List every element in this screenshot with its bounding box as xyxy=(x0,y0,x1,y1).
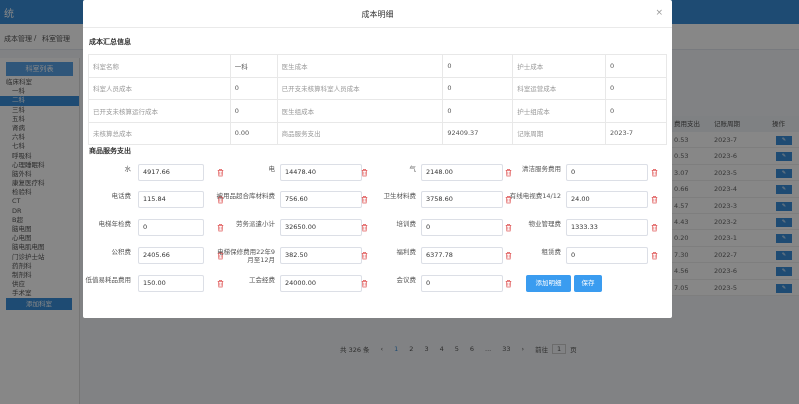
summary-value: 92409.37 xyxy=(442,121,514,145)
field-input[interactable]: 2148.00 xyxy=(421,164,503,181)
summary-row: 未核算总成本 0.00 商品服务支出 92409.37 记账周期 2023-7 xyxy=(88,121,667,145)
delete-icon[interactable] xyxy=(651,251,658,260)
field-label: 电梯年检费 xyxy=(98,220,132,228)
delete-icon[interactable] xyxy=(505,279,512,288)
field-label: 电 xyxy=(268,165,276,173)
field-input[interactable]: 1333.33 xyxy=(566,219,648,236)
summary-label: 护士成本 xyxy=(512,54,607,78)
summary-value: 一科 xyxy=(229,54,278,78)
add-detail-button[interactable]: 添加明细 xyxy=(526,275,571,292)
field-input[interactable]: 0 xyxy=(566,164,648,181)
field-input[interactable]: 24000.00 xyxy=(280,275,362,292)
divider xyxy=(83,27,672,28)
field-label: 物业管理费 xyxy=(528,220,562,228)
field-input[interactable]: 24.00 xyxy=(566,191,648,208)
summary-value: 2023-7 xyxy=(605,121,667,145)
field-input[interactable]: 4917.66 xyxy=(138,164,204,181)
field-input[interactable]: 756.60 xyxy=(280,191,362,208)
cost-detail-dialog: 成本明细 × 成本汇总信息 科室名称 一科 医生成本 0 护士成本 0 科室人员成本 0 已开支… xyxy=(83,0,672,318)
field-input[interactable]: 0 xyxy=(421,219,503,236)
field-label: 劳务派遣小计 xyxy=(236,220,275,228)
summary-value: 0 xyxy=(442,76,514,100)
summary-label: 记账周期 xyxy=(512,121,607,145)
summary-row: 已开支未核算运行成本 0 医生组成本 0 护士组成本 0 xyxy=(88,99,667,123)
summary-label: 医生成本 xyxy=(276,54,444,78)
delete-icon[interactable] xyxy=(651,223,658,232)
field-label: 有线电视费14/12 xyxy=(509,192,561,200)
summary-label: 未核算总成本 xyxy=(88,121,231,145)
field-label: 培训费 xyxy=(396,220,417,228)
field-input[interactable]: 0 xyxy=(566,247,648,264)
field-label: 低值易耗品费用 xyxy=(85,276,132,284)
field-label: 清洁服务费用 xyxy=(522,165,561,173)
field-label: 会议费 xyxy=(396,276,417,284)
summary-label: 已开支未核算运行成本 xyxy=(88,99,231,123)
summary-table: 科室名称 一科 医生成本 0 护士成本 0 科室人员成本 0 已开支未核算科室人员成本 0 科室运营… xyxy=(88,54,667,145)
summary-label: 护士组成本 xyxy=(512,99,607,123)
field-input[interactable]: 2405.66 xyxy=(138,247,204,264)
field-input[interactable]: 382.50 xyxy=(280,247,362,264)
summary-label: 已开支未核算科室人员成本 xyxy=(276,76,444,100)
summary-row: 科室名称 一科 医生成本 0 护士成本 0 xyxy=(88,54,667,78)
field-label: 被用品超合库材料费 xyxy=(216,192,276,200)
field-label: 电梯保修费用22年9月至12月 xyxy=(217,248,275,264)
summary-label: 医生组成本 xyxy=(276,99,444,123)
field-input[interactable]: 6377.78 xyxy=(421,247,503,264)
field-input[interactable]: 32650.00 xyxy=(280,219,362,236)
summary-label: 科室人员成本 xyxy=(88,76,231,100)
dialog-title: 成本明细 xyxy=(361,10,394,19)
summary-label: 科室运营成本 xyxy=(512,76,607,100)
field-label: 气 xyxy=(409,165,417,173)
field-input[interactable]: 0 xyxy=(138,219,204,236)
field-input[interactable]: 115.84 xyxy=(138,191,204,208)
summary-label: 科室名称 xyxy=(88,54,231,78)
delete-icon[interactable] xyxy=(651,195,658,204)
field-input[interactable]: 14478.40 xyxy=(280,164,362,181)
delete-icon[interactable] xyxy=(651,168,658,177)
summary-value: 0 xyxy=(229,76,278,100)
summary-value: 0 xyxy=(442,54,514,78)
summary-value: 0.00 xyxy=(229,121,278,145)
field-input[interactable]: 0 xyxy=(421,275,503,292)
summary-value: 0 xyxy=(605,99,667,123)
field-label: 公积费 xyxy=(111,248,132,256)
field-input[interactable]: 3758.60 xyxy=(421,191,503,208)
summary-section-title: 成本汇总信息 xyxy=(89,38,131,46)
field-label: 电话费 xyxy=(111,192,132,200)
summary-value: 0 xyxy=(229,99,278,123)
field-label: 福利费 xyxy=(396,248,417,256)
close-icon[interactable]: × xyxy=(655,8,663,18)
field-input[interactable]: 150.00 xyxy=(138,275,204,292)
field-label: 卫生材料费 xyxy=(383,192,417,200)
field-label: 租赁费 xyxy=(541,248,562,256)
field-label: 工会经费 xyxy=(249,276,275,284)
summary-label: 商品服务支出 xyxy=(276,121,444,145)
summary-value: 0 xyxy=(605,76,667,100)
field-label: 水 xyxy=(124,165,132,173)
summary-value: 0 xyxy=(442,99,514,123)
detail-section-title: 商品服务支出 xyxy=(89,147,131,155)
summary-value: 0 xyxy=(605,54,667,78)
save-button[interactable]: 保存 xyxy=(574,275,602,292)
summary-row: 科室人员成本 0 已开支未核算科室人员成本 0 科室运营成本 0 xyxy=(88,76,667,100)
